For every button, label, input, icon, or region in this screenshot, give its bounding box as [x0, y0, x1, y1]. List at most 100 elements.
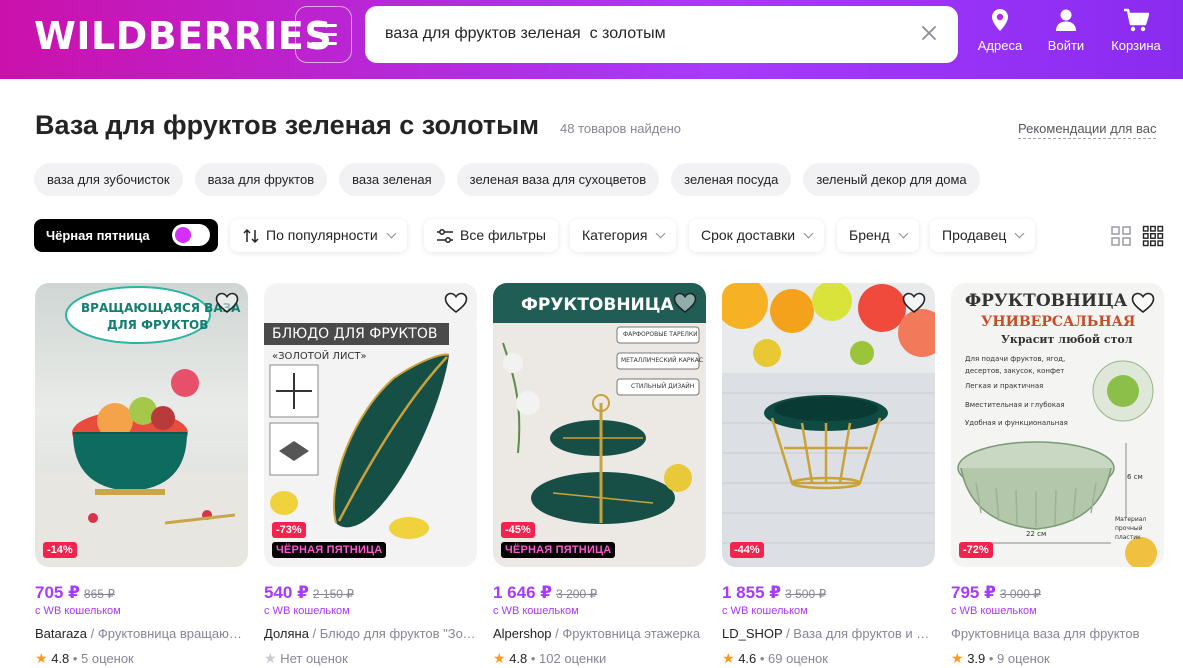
rating: ★ 4.8 • 5 оценок [35, 650, 134, 666]
product-image[interactable]: ФРУКТОВНИЦА УНИВЕРСАЛЬНАЯ Украсит любой … [951, 283, 1164, 567]
black-friday-badge: ЧЁРНАЯ ПЯТНИЦА [501, 542, 616, 558]
recommendations-link[interactable]: Рекомендации для вас [1018, 121, 1157, 139]
heart-icon[interactable] [444, 292, 468, 314]
brand-label: Бренд [849, 227, 890, 243]
rating: ★ Нет оценок [264, 650, 348, 667]
close-icon[interactable] [918, 22, 940, 44]
addresses-button[interactable]: Адреса [970, 8, 1030, 53]
price-row: 795 ₽3 000 ₽ [951, 583, 1041, 603]
product-name[interactable]: Alpershop / Фруктовница этажерка [493, 626, 706, 641]
reviews-count: 9 оценок [997, 651, 1050, 666]
product-image[interactable]: -44% [722, 283, 935, 567]
product-card[interactable]: -44% 1 855 ₽3 500 ₽ с WB кошельком LD_SH… [722, 283, 935, 666]
star-icon: ★ [493, 650, 506, 666]
seller-dropdown[interactable]: Продавец [930, 219, 1036, 252]
product-name[interactable]: Bataraza / Фруктовница вращающаяся [35, 626, 248, 641]
product-image[interactable]: БЛЮДО ДЛЯ ФРУКТОВ «ЗОЛОТОЙ ЛИСТ» -73% ЧЁ… [264, 283, 477, 567]
heart-icon[interactable] [673, 292, 697, 314]
product-name[interactable]: LD_SHOP / Ваза для фруктов и конфет [722, 626, 935, 641]
cart-button[interactable]: Корзина [1106, 8, 1166, 53]
rating: ★ 3.9 • 9 оценок [951, 650, 1050, 666]
chip[interactable]: зеленая посуда [671, 163, 792, 196]
product-photo [722, 283, 935, 567]
grid-large-icon[interactable] [1110, 225, 1132, 247]
wallet-note: с WB кошельком [951, 605, 1037, 617]
discount-badge: -45% [501, 522, 535, 538]
reviews-count: 102 оценки [539, 651, 607, 666]
related-searches: ваза для зубочисток ваза для фруктов ваз… [34, 163, 980, 196]
heart-icon[interactable] [1131, 292, 1155, 314]
heart-icon[interactable] [215, 292, 239, 314]
grid-small-icon[interactable] [1142, 225, 1164, 247]
all-filters-button[interactable]: Все фильтры [424, 219, 558, 252]
category-dropdown[interactable]: Категория [570, 219, 677, 252]
image-caption: ФАРФОРОВЫЕ ТАРЕЛКИ [623, 331, 698, 338]
header: WILDBERRIES ваза для фруктов зеленая с з… [0, 0, 1183, 79]
product-card[interactable]: ФРУКТОВНИЦА УНИВЕРСАЛЬНАЯ Украсит любой … [951, 283, 1164, 666]
search-input[interactable]: ваза для фруктов зеленая с золотым [365, 6, 958, 63]
image-caption: МЕТАЛЛИЧЕСКИЙ КАРКАС [621, 357, 704, 364]
seller-name: Alpershop [493, 626, 552, 641]
discount-badge: -73% [272, 522, 306, 538]
wallet-note: с WB кошельком [264, 605, 350, 617]
reviews-count: 5 оценок [81, 651, 134, 666]
login-button[interactable]: Войти [1036, 8, 1096, 53]
image-caption: Для подачи фруктов, ягод, десертов, заку… [965, 355, 1066, 375]
old-price: 3 000 ₽ [999, 587, 1041, 601]
old-price: 3 200 ₽ [556, 587, 598, 601]
brand-dropdown[interactable]: Бренд [837, 219, 919, 252]
rating-value: 4.8 [51, 651, 70, 666]
price-row: 1 855 ₽3 500 ₽ [722, 583, 826, 603]
wallet-note: с WB кошельком [35, 605, 121, 617]
price: 795 ₽ [951, 583, 996, 602]
results-count: 48 товаров найдено [560, 121, 681, 136]
logo[interactable]: WILDBERRIES [34, 14, 332, 58]
price-row: 705 ₽865 ₽ [35, 583, 115, 603]
wallet-note: с WB кошельком [493, 605, 579, 617]
chip[interactable]: зеленый декор для дома [803, 163, 980, 196]
sort-dropdown[interactable]: По популярности [230, 219, 407, 252]
rating-value: 3.9 [967, 651, 986, 666]
chip[interactable]: зеленая ваза для сухоцветов [456, 163, 660, 196]
old-price: 865 ₽ [83, 587, 115, 601]
filters-icon [437, 228, 453, 243]
product-title: / Ваза для фруктов и конфет [786, 626, 935, 641]
seller-label: Продавец [942, 227, 1007, 243]
product-image[interactable]: ФРУКТОВНИЦА ФАРФОРОВЫЕ ТАРЕЛКИ МЕТАЛЛИЧЕ… [493, 283, 706, 567]
seller-name: Доляна [264, 626, 309, 641]
addresses-label: Адреса [977, 38, 1023, 53]
chip[interactable]: ваза для фруктов [194, 163, 328, 196]
image-caption: Вместительная и глубокая [965, 401, 1065, 409]
star-icon: ★ [264, 650, 277, 666]
rating: ★ 4.6 • 69 оценок [722, 650, 828, 666]
chip[interactable]: ваза для зубочисток [34, 163, 183, 196]
product-title: / Фруктовница этажерка [551, 626, 701, 641]
product-name[interactable]: Доляна / Блюдо для фруктов "Золотой лист… [264, 626, 477, 641]
category-label: Категория [582, 227, 648, 243]
black-friday-toggle[interactable]: Чёрная пятница [34, 219, 218, 252]
rating-value: 4.6 [738, 651, 757, 666]
page-title: Ваза для фруктов зеленая с золотым [35, 110, 540, 140]
star-icon: ★ [951, 650, 964, 666]
price: 540 ₽ [264, 583, 309, 602]
image-caption: 22 см [1026, 530, 1047, 538]
delivery-dropdown[interactable]: Срок доставки [689, 219, 825, 252]
product-card[interactable]: ФРУКТОВНИЦА ФАРФОРОВЫЕ ТАРЕЛКИ МЕТАЛЛИЧЕ… [493, 283, 706, 666]
product-card[interactable]: БЛЮДО ДЛЯ ФРУКТОВ «ЗОЛОТОЙ ЛИСТ» -73% ЧЁ… [264, 283, 477, 666]
chevron-down-icon [1014, 228, 1025, 239]
rating-value: 4.8 [509, 651, 528, 666]
wallet-note: с WB кошельком [722, 605, 808, 617]
product-image[interactable]: ВРАЩАЮЩАЯСЯ ВАЗА ДЛЯ ФРУКТОВ -14% [35, 283, 248, 567]
chip[interactable]: ваза зеленая [339, 163, 445, 196]
product-name[interactable]: Фруктовница ваза для фруктов [951, 626, 1164, 641]
menu-button[interactable] [295, 6, 352, 63]
discount-badge: -44% [730, 542, 764, 558]
product-card[interactable]: ВРАЩАЮЩАЯСЯ ВАЗА ДЛЯ ФРУКТОВ -14% 705 ₽8… [35, 283, 248, 666]
image-caption: БЛЮДО ДЛЯ ФРУКТОВ [272, 326, 438, 342]
image-caption: ФРУКТОВНИЦА [965, 291, 1128, 311]
heart-icon[interactable] [902, 292, 926, 314]
product-title: Фруктовница ваза для фруктов [951, 626, 1140, 641]
toggle-switch[interactable] [172, 224, 210, 246]
price-row: 1 646 ₽3 200 ₽ [493, 583, 597, 603]
price: 1 646 ₽ [493, 583, 553, 602]
